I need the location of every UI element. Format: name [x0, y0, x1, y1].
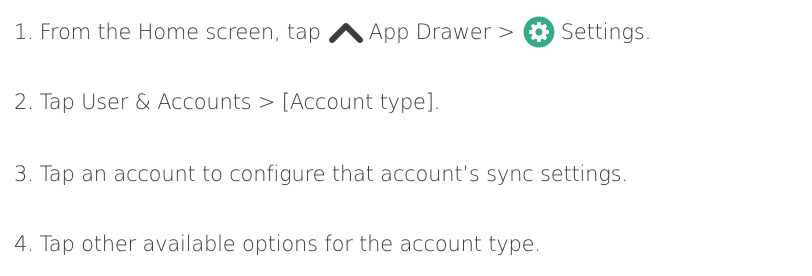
settings-label: Settings.: [560, 20, 652, 44]
step-1-number: 1.: [14, 20, 34, 44]
chevron-up-icon: [328, 20, 363, 44]
gear-icon: [523, 16, 555, 48]
step-1-text: From the Home screen, tap: [39, 20, 321, 44]
instruction-steps: 1. From the Home screen, tap App Drawer …: [0, 0, 812, 276]
step-3-text: Tap an account to configure that account…: [39, 162, 628, 186]
app-drawer-label: App Drawer >: [368, 20, 515, 44]
step-4-text: Tap other available options for the acco…: [39, 232, 541, 256]
step-1: 1. From the Home screen, tap App Drawer …: [14, 14, 651, 50]
step-2: 2. Tap User & Accounts > [Account type].: [14, 84, 440, 120]
step-2-number: 2.: [14, 90, 34, 114]
step-2-text: Tap User & Accounts > [Account type].: [39, 90, 441, 114]
step-3: 3. Tap an account to configure that acco…: [14, 156, 628, 192]
step-4-number: 4.: [14, 232, 34, 256]
step-4: 4. Tap other available options for the a…: [14, 226, 541, 262]
step-3-number: 3.: [14, 162, 34, 186]
